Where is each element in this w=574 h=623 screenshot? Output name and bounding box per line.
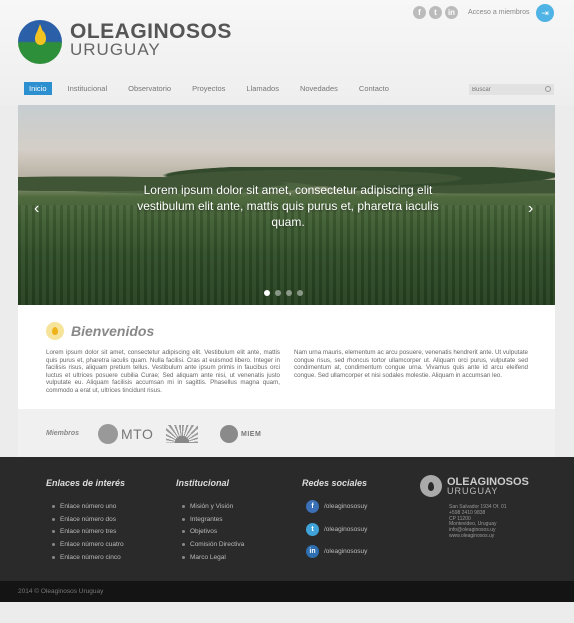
footer-link[interactable]: Enlace número cinco	[52, 554, 124, 567]
member-logo-mto[interactable]: MTO	[98, 423, 153, 445]
brand-logo-icon[interactable]	[18, 20, 62, 64]
brand-subname[interactable]: URUGUAY	[70, 40, 161, 60]
footer-institucional-list: Misión y Visión Integrantes Objetivos Co…	[182, 503, 244, 566]
header-social-links: f t in	[413, 6, 458, 19]
facebook-icon: f	[306, 500, 319, 513]
login-icon[interactable]: ⇥	[536, 4, 554, 22]
slider-pagination	[264, 290, 303, 296]
footer-link[interactable]: Comisión Directiva	[182, 541, 244, 554]
linkedin-icon[interactable]: in	[445, 6, 458, 19]
copyright-bar: 2014 © Oleaginosos Uruguay	[0, 581, 574, 602]
nav-item-novedades[interactable]: Novedades	[295, 82, 343, 95]
main-nav: Inicio Institucional Observatorio Proyec…	[24, 82, 405, 95]
footer-link[interactable]: Enlace número uno	[52, 503, 124, 516]
nav-item-llamados[interactable]: Llamados	[241, 82, 284, 95]
footer-social-facebook[interactable]: f /oleaginososuy	[306, 500, 367, 513]
slider-dot[interactable]	[297, 290, 303, 296]
footer-link[interactable]: Enlace número dos	[52, 516, 124, 529]
slider-dot[interactable]	[264, 290, 270, 296]
footer-institucional-title: Institucional	[176, 478, 230, 488]
member-access-link[interactable]: Acceso a miembros	[468, 9, 529, 16]
footer-link[interactable]: Objetivos	[182, 528, 244, 541]
site-header: OLEAGINOSOS URUGUAY f t in Acceso a miem…	[0, 0, 574, 105]
footer-links-list: Enlace número uno Enlace número dos Enla…	[52, 503, 124, 566]
welcome-section: Bienvenidos Lorem ipsum dolor sit amet, …	[18, 305, 555, 409]
nav-item-proyectos[interactable]: Proyectos	[187, 82, 230, 95]
linkedin-icon: in	[306, 545, 319, 558]
footer-link[interactable]: Misión y Visión	[182, 503, 244, 516]
slider-next-icon[interactable]: ›	[528, 200, 533, 218]
oil-drop-icon	[46, 322, 64, 340]
footer-brand-subname: URUGUAY	[447, 486, 499, 496]
nav-item-institucional[interactable]: Institucional	[63, 82, 113, 95]
footer-link[interactable]: Enlace número tres	[52, 528, 124, 541]
footer-website-link[interactable]: www.oleaginosos.uy	[449, 533, 507, 540]
footer-links-title: Enlaces de interés	[46, 478, 126, 488]
nav-item-contacto[interactable]: Contacto	[354, 82, 394, 95]
miem-emblem-icon	[220, 425, 238, 443]
footer-social-linkedin[interactable]: in /oleaginososuy	[306, 545, 367, 558]
mto-emblem-icon	[98, 424, 118, 444]
hero-slider: Lorem ipsum dolor sit amet, consectetur …	[18, 105, 555, 305]
footer-social-title: Redes sociales	[302, 478, 368, 488]
footer-social-twitter[interactable]: t /oleaginososuy	[306, 523, 367, 536]
facebook-icon[interactable]: f	[413, 6, 426, 19]
footer-address: San Salvador 1934 Of. 01 +598 2410 9838 …	[449, 504, 507, 540]
welcome-text-col1: Lorem ipsum dolor sit amet, consectetur …	[46, 349, 280, 394]
slider-dot[interactable]	[275, 290, 281, 296]
twitter-icon[interactable]: t	[429, 6, 442, 19]
search-input[interactable]	[469, 84, 554, 95]
copyright-text: 2014 © Oleaginosos Uruguay	[18, 588, 104, 595]
footer-link[interactable]: Integrantes	[182, 516, 244, 529]
member-logo-mgap[interactable]	[166, 423, 198, 445]
members-bar: Miembros MTO MIEM	[18, 409, 555, 457]
slider-prev-icon[interactable]: ‹	[34, 200, 39, 218]
footer-brand-logo-icon	[420, 475, 442, 497]
twitter-icon: t	[306, 523, 319, 536]
slider-dot[interactable]	[286, 290, 292, 296]
site-footer: Enlaces de interés Enlace número uno Enl…	[0, 457, 574, 581]
sun-emblem-icon	[166, 425, 198, 443]
nav-item-inicio[interactable]: Inicio	[24, 82, 52, 95]
members-label: Miembros	[46, 430, 80, 437]
member-logo-miem[interactable]: MIEM	[220, 423, 261, 445]
footer-link[interactable]: Marco Legal	[182, 554, 244, 567]
welcome-text-col2: Nam urna mauris, elementum ac arcu posue…	[294, 349, 528, 379]
footer-link[interactable]: Enlace número cuatro	[52, 541, 124, 554]
search-icon[interactable]	[545, 86, 551, 92]
hero-caption: Lorem ipsum dolor sit amet, consectetur …	[137, 183, 439, 229]
nav-item-observatorio[interactable]: Observatorio	[123, 82, 176, 95]
welcome-title: Bienvenidos	[71, 323, 155, 339]
